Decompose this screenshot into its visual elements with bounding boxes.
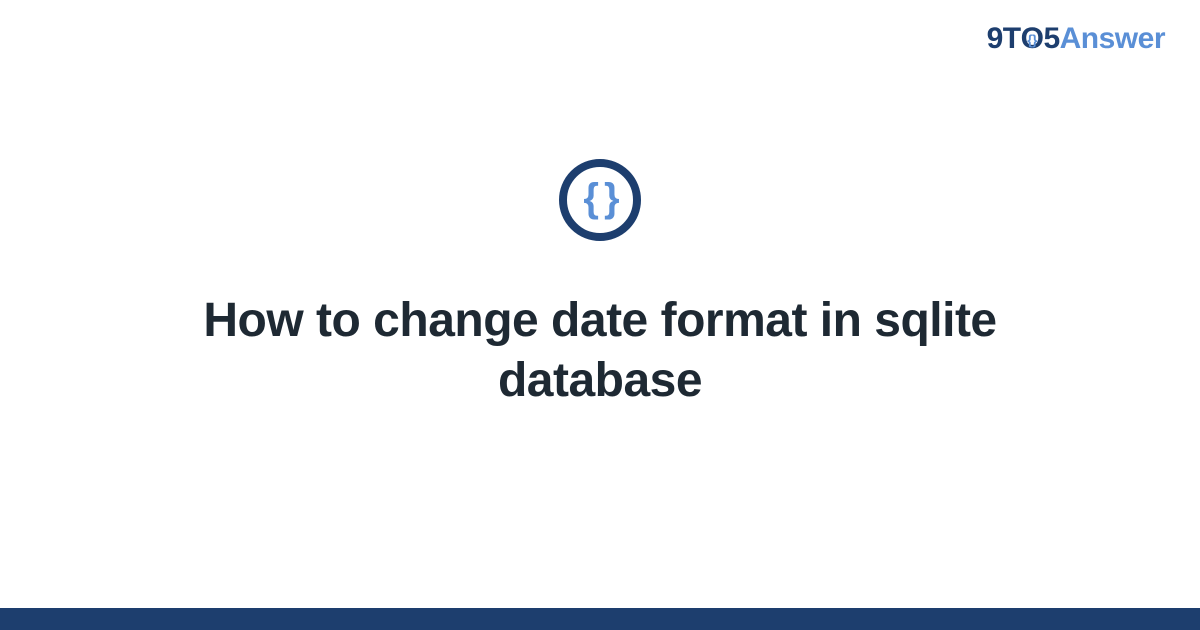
topic-icon-wrap: { } xyxy=(559,159,641,241)
footer-bar xyxy=(0,608,1200,630)
braces-icon: { } xyxy=(559,159,641,241)
page-title: How to change date format in sqlite data… xyxy=(150,291,1050,411)
braces-glyph: { } xyxy=(583,178,616,218)
main-content: { } How to change date format in sqlite … xyxy=(0,0,1200,630)
